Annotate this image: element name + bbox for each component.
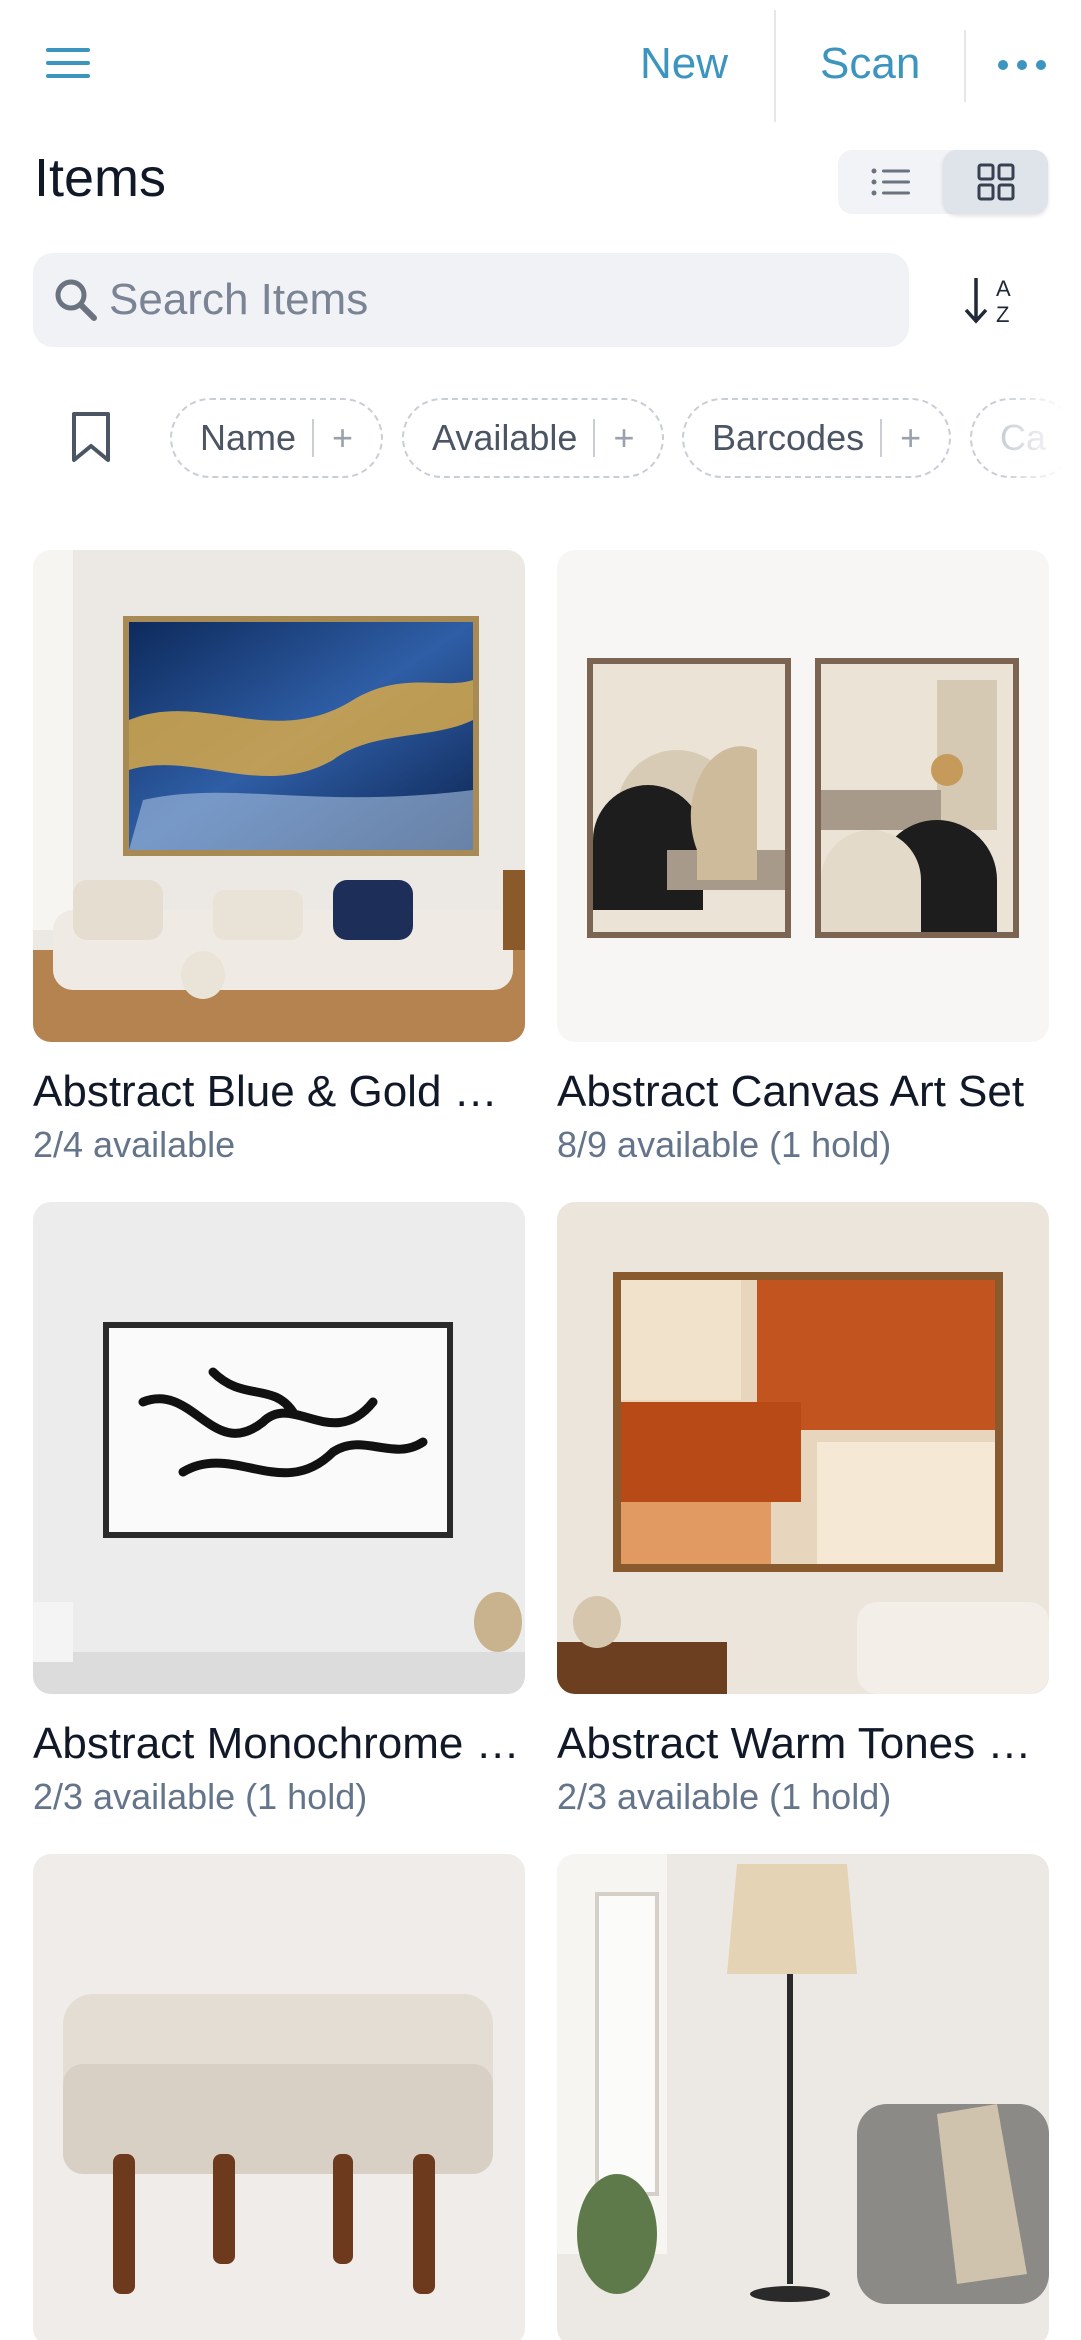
divider: [964, 30, 966, 102]
sort-button[interactable]: A Z: [960, 268, 1024, 332]
item-title: Abstract Monochrome …: [33, 1719, 520, 1768]
item-title: Abstract Canvas Art Set: [557, 1067, 1025, 1116]
view-toggle: [838, 150, 1048, 214]
more-options-icon[interactable]: [998, 60, 1046, 72]
divider: [774, 10, 776, 122]
chip-divider: [593, 419, 596, 457]
item-card[interactable]: [33, 1854, 525, 2340]
item-card[interactable]: [557, 1854, 1049, 2340]
item-image: [33, 1854, 525, 2340]
grid-icon: [977, 163, 1014, 201]
item-availability: 2/3 available (1 hold): [557, 1776, 892, 1817]
chip-divider: [312, 419, 315, 457]
filter-chip-available[interactable]: Available +: [402, 398, 665, 478]
bookmark-icon[interactable]: [70, 410, 112, 464]
filter-bar: Name + Available + Barcodes + Ca: [0, 396, 1081, 480]
filter-chip-label: Name: [200, 417, 297, 458]
item-image: [557, 1854, 1049, 2340]
plus-icon: +: [332, 417, 354, 458]
list-icon: [871, 168, 910, 196]
item-card[interactable]: Abstract Warm Tones … 2/3 available (1 h…: [557, 1202, 1049, 1820]
item-image: [557, 550, 1049, 1042]
filter-chip-barcodes[interactable]: Barcodes +: [682, 398, 952, 478]
search-box: [33, 253, 909, 347]
filter-chip-label: Barcodes: [712, 417, 865, 458]
sort-az-icon: A Z: [964, 276, 1011, 327]
plus-icon: +: [613, 417, 635, 458]
list-view-button[interactable]: [838, 150, 943, 214]
item-availability: 2/3 available (1 hold): [33, 1776, 368, 1817]
filter-chip-label: Available: [432, 417, 578, 458]
scan-button[interactable]: Scan: [820, 36, 920, 92]
item-title: Abstract Warm Tones …: [557, 1719, 1032, 1768]
new-button[interactable]: New: [640, 36, 728, 92]
item-card[interactable]: Abstract Canvas Art Set 8/9 available (1…: [557, 550, 1049, 1168]
item-card[interactable]: Abstract Blue & Gold … 2/4 available: [33, 550, 525, 1168]
item-availability: 2/4 available: [33, 1124, 236, 1165]
search-input[interactable]: [109, 253, 889, 347]
grid-view-button[interactable]: [943, 150, 1048, 214]
hamburger-menu-icon[interactable]: [46, 48, 90, 82]
svg-text:A: A: [996, 276, 1011, 301]
chip-divider: [880, 419, 883, 457]
item-image: [557, 1202, 1049, 1694]
item-card[interactable]: Abstract Monochrome … 2/3 available (1 h…: [33, 1202, 525, 1820]
item-image: [33, 1202, 525, 1694]
item-availability: 8/9 available (1 hold): [557, 1124, 892, 1165]
filter-chip-category[interactable]: Ca: [970, 398, 1077, 478]
search-icon: [55, 279, 97, 321]
item-title: Abstract Blue & Gold …: [33, 1067, 498, 1116]
top-bar: New Scan: [0, 0, 1081, 130]
item-image: [33, 550, 525, 1042]
plus-icon: +: [900, 417, 922, 458]
svg-text:Z: Z: [996, 302, 1009, 327]
filter-chip-name[interactable]: Name +: [170, 398, 384, 478]
page-title: Items: [34, 148, 167, 208]
filter-chip-label: Ca: [1000, 417, 1047, 458]
